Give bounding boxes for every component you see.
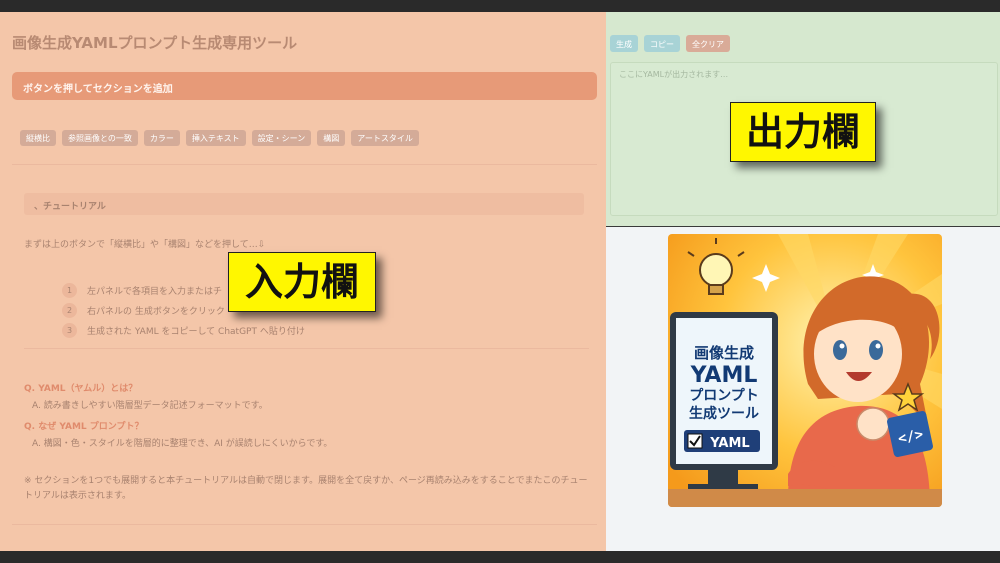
- bottom-bar: [0, 551, 1000, 563]
- step-text: 左パネルで各項目を入力またはチ: [87, 286, 223, 297]
- sign-line-4: 生成ツール: [689, 405, 759, 422]
- copy-button[interactable]: コピー: [644, 35, 680, 52]
- tutorial-intro: まずは上のボタンで「縦横比」や「構図」などを押して…⇩: [24, 240, 266, 250]
- faq-answer: A. 構図・色・スタイルを階層的に整理でき、AI が誤読しにくいからです。: [32, 439, 333, 449]
- add-section-banner: ボタンを押してセクションを追加: [12, 72, 597, 100]
- mascot-illustration: 画像生成 YAML プロンプト 生成ツール YAML </>: [668, 234, 942, 507]
- generate-button[interactable]: 生成: [610, 35, 638, 52]
- tutorial-step: 3 生成された YAML をコピーして ChatGPT へ貼り付け: [62, 320, 305, 340]
- step-number: 3: [62, 322, 77, 338]
- faq-answer: A. 読み書きしやすい階層型データ記述フォーマットです。: [32, 401, 268, 411]
- section-button-aspect-ratio[interactable]: 縦横比: [20, 130, 56, 146]
- section-button-row: 縦横比 参照画像との一致 カラー 挿入テキスト 設定・シーン 構図 アートスタイ…: [20, 130, 419, 146]
- tutorial-note: ※ セクションを1つでも展開すると本チュートリアルは自動で閉じます。展開を全て戻…: [24, 476, 588, 501]
- step-text: 生成された YAML をコピーして ChatGPT へ貼り付け: [87, 326, 305, 337]
- tutorial-header[interactable]: 、チュートリアル: [24, 193, 584, 215]
- divider: [12, 164, 597, 165]
- step-number: 1: [62, 282, 77, 298]
- section-button-color[interactable]: カラー: [143, 130, 180, 146]
- section-button-setting-scene[interactable]: 設定・シーン: [251, 130, 312, 146]
- divider: [24, 348, 589, 349]
- sign-line-1: 画像生成: [694, 344, 754, 362]
- output-button-row: 生成 コピー 全クリア: [610, 35, 730, 52]
- sign-line-3: プロンプト: [689, 388, 759, 404]
- step-text: 右パネルの 生成ボタンをクリック: [87, 306, 225, 317]
- sign-line-2: YAML: [690, 363, 758, 388]
- yaml-badge-label: YAML: [709, 436, 749, 451]
- app-frame: 画像生成YAMLプロンプト生成専用ツール ボタンを押してセクションを追加 縦横比…: [0, 0, 1000, 563]
- divider: [12, 524, 597, 525]
- output-area-label: 出力欄: [730, 102, 876, 162]
- section-button-insert-text[interactable]: 挿入テキスト: [185, 130, 246, 146]
- section-button-composition[interactable]: 構図: [317, 130, 346, 146]
- section-button-art-style[interactable]: アートスタイル: [351, 130, 419, 146]
- input-area-label: 入力欄: [228, 252, 376, 312]
- faq-question: Q. なぜ YAML プロンプト？: [24, 422, 144, 432]
- top-bar: [0, 0, 1000, 12]
- yaml-badge: YAML: [684, 430, 760, 452]
- app-title: 画像生成YAMLプロンプト生成専用ツール: [12, 34, 298, 52]
- step-number: 2: [62, 302, 77, 318]
- illustration-svg: 画像生成 YAML プロンプト 生成ツール YAML </>: [668, 234, 942, 507]
- faq-question: Q. YAML（ヤムル）とは？: [24, 384, 138, 394]
- clear-all-button[interactable]: 全クリア: [686, 35, 730, 52]
- section-button-reference-match[interactable]: 参照画像との一致: [62, 130, 138, 146]
